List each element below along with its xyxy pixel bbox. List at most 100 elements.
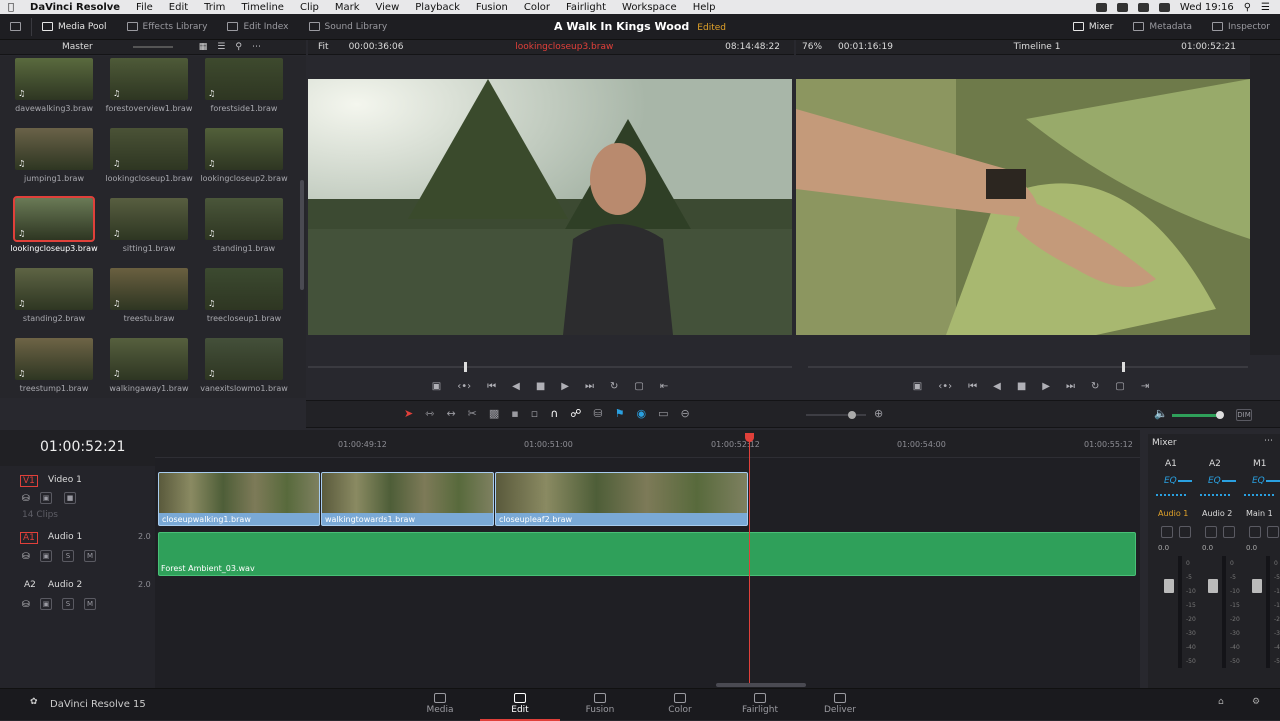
clip-thumbnail[interactable]: ♫ (13, 196, 95, 242)
dynamic-trim-icon[interactable]: ↔ (446, 407, 455, 420)
sound-library-button[interactable]: Sound Library (299, 14, 398, 39)
collapse-button[interactable] (0, 14, 31, 39)
menu-color[interactable]: Color (516, 2, 558, 13)
page-tab-edit[interactable]: Edit (480, 689, 560, 721)
wifi-icon[interactable] (1158, 2, 1170, 12)
list-view-icon[interactable]: ☰ (217, 42, 225, 52)
video-clip[interactable]: walkingtowards1.braw (321, 472, 494, 526)
cloud-icon[interactable] (1116, 2, 1128, 12)
metadata-button[interactable]: Metadata (1123, 14, 1202, 39)
menu-fairlight[interactable]: Fairlight (558, 2, 614, 13)
loop-icon[interactable]: ↻ (1091, 381, 1099, 392)
zoom-slider[interactable] (806, 414, 866, 416)
flag-icon[interactable]: ⚑ (615, 407, 625, 420)
play-icon[interactable]: ▶ (1042, 381, 1050, 392)
video-clip[interactable]: closeupleaf2.braw (495, 472, 748, 526)
clip-thumbnail[interactable]: ♫ (205, 338, 283, 380)
bin-name[interactable]: Master (62, 42, 93, 52)
marker-icon[interactable]: ◉ (637, 407, 647, 420)
volume-icon[interactable]: 🔈 (1154, 407, 1168, 420)
search-icon[interactable]: ⚲ (235, 42, 242, 52)
page-tab-fusion[interactable]: Fusion (560, 689, 640, 721)
menu-playback[interactable]: Playback (407, 2, 468, 13)
mute-button[interactable] (1223, 526, 1235, 538)
menu-clip[interactable]: Clip (292, 2, 327, 13)
menu-edit[interactable]: Edit (161, 2, 196, 13)
menu-help[interactable]: Help (685, 2, 724, 13)
play-reverse-icon[interactable]: ◀ (512, 381, 520, 392)
lock-icon[interactable]: ⛁ (593, 407, 602, 420)
effects-library-button[interactable]: Effects Library (117, 14, 218, 39)
edit-index-button[interactable]: Edit Index (217, 14, 298, 39)
menu-list-icon[interactable]: ☰ (1261, 2, 1270, 13)
source-scrub-bar[interactable] (308, 366, 792, 368)
eq-button[interactable]: EQ (1252, 476, 1265, 486)
page-tab-color[interactable]: Color (640, 689, 720, 721)
skip-forward-icon[interactable]: ⏭ (585, 381, 594, 392)
clip-thumbnail[interactable]: ♫ (110, 58, 188, 100)
clip-thumbnail[interactable]: ♫ (15, 58, 93, 100)
menu-view[interactable]: View (368, 2, 408, 13)
track-id[interactable]: A1 (20, 532, 38, 544)
timeline-ruler[interactable] (155, 430, 1140, 458)
mark-out-icon[interactable]: ⇥ (1141, 381, 1149, 392)
video-clip[interactable]: closeupwalking1.braw (158, 472, 320, 526)
track-header-v1[interactable]: V1 Video 1 ⛁ ▣ ■ 14 Clips (0, 470, 155, 520)
track-name[interactable]: Audio 2 (48, 580, 82, 590)
mute-button[interactable]: M (84, 598, 96, 610)
audio-clip[interactable]: Forest Ambient_03.wav (158, 532, 1136, 576)
jog-icon[interactable]: ‹•› (457, 381, 471, 392)
clip-thumbnail[interactable]: ♫ (15, 128, 93, 170)
playhead-line[interactable] (749, 438, 750, 686)
timeline-playhead[interactable] (1122, 362, 1125, 372)
dim-button[interactable]: DIM (1236, 409, 1252, 421)
source-viewer[interactable] (308, 79, 792, 335)
zoom-out-icon[interactable]: ⊖ (681, 407, 690, 420)
volume-handle[interactable] (1216, 411, 1224, 419)
clock[interactable]: Wed 19:16 (1180, 2, 1234, 13)
solo-button[interactable] (1249, 526, 1261, 538)
skip-forward-icon[interactable]: ⏭ (1066, 381, 1075, 392)
home-icon[interactable]: ⌂ (1218, 697, 1224, 707)
source-clip-name[interactable]: lookingcloseup3.braw (515, 42, 613, 52)
mute-button[interactable] (1267, 526, 1279, 538)
menu-trim[interactable]: Trim (196, 2, 233, 13)
viewer-mode-icon[interactable]: ▣ (432, 381, 441, 392)
menu-workspace[interactable]: Workspace (614, 2, 685, 13)
zoom-in-icon[interactable]: ⊕ (874, 407, 883, 420)
overwrite-clip-icon[interactable]: ▪ (511, 407, 518, 420)
eq-button[interactable]: EQ (1164, 476, 1177, 486)
zoom-select[interactable]: 76% (802, 42, 822, 52)
clip-thumbnail[interactable]: ♫ (15, 338, 93, 380)
page-tab-fairlight[interactable]: Fairlight (720, 689, 800, 721)
zoom-slider-handle[interactable] (848, 411, 856, 419)
timeline-name[interactable]: Timeline 1 (1014, 42, 1061, 52)
solo-button[interactable] (1161, 526, 1173, 538)
fader-handle[interactable] (1208, 579, 1218, 593)
lock-icon[interactable]: ⛁ (22, 552, 30, 562)
lock-icon[interactable]: ⛁ (22, 600, 30, 610)
grid-view-icon[interactable]: ▦ (199, 42, 208, 52)
solo-button[interactable] (1205, 526, 1217, 538)
track-header-a2[interactable]: A2 Audio 2 2.0 ⛁ ▣ S M (0, 578, 155, 622)
menu-fusion[interactable]: Fusion (468, 2, 516, 13)
settings-icon[interactable]: ⚙ (1252, 697, 1260, 707)
track-header-a1[interactable]: A1 Audio 1 2.0 ⛁ ▣ S M (0, 530, 155, 574)
search-icon[interactable]: ⚲ (1244, 2, 1251, 13)
playhead-marker[interactable] (745, 433, 754, 442)
clip-thumbnail[interactable]: ♫ (110, 128, 188, 170)
menu-app[interactable]: DaVinci Resolve (22, 2, 128, 13)
fader-handle[interactable] (1164, 579, 1174, 593)
timeline-scrollbar[interactable] (716, 683, 806, 687)
menu-file[interactable]: File (128, 2, 161, 13)
pool-scrollbar[interactable] (300, 180, 304, 290)
eq-button[interactable]: EQ (1208, 476, 1221, 486)
mixer-options-icon[interactable]: ⋯ (1264, 436, 1273, 446)
apple-icon[interactable]:  (0, 2, 22, 13)
media-pool-button[interactable]: Media Pool (32, 14, 117, 39)
solo-button[interactable]: S (62, 550, 74, 562)
blade-tool-icon[interactable]: ✂ (468, 407, 477, 420)
linked-selection-icon[interactable]: ☍ (570, 407, 581, 420)
fit-select[interactable]: Fit (318, 42, 329, 52)
auto-select-button[interactable]: ▣ (40, 550, 52, 562)
